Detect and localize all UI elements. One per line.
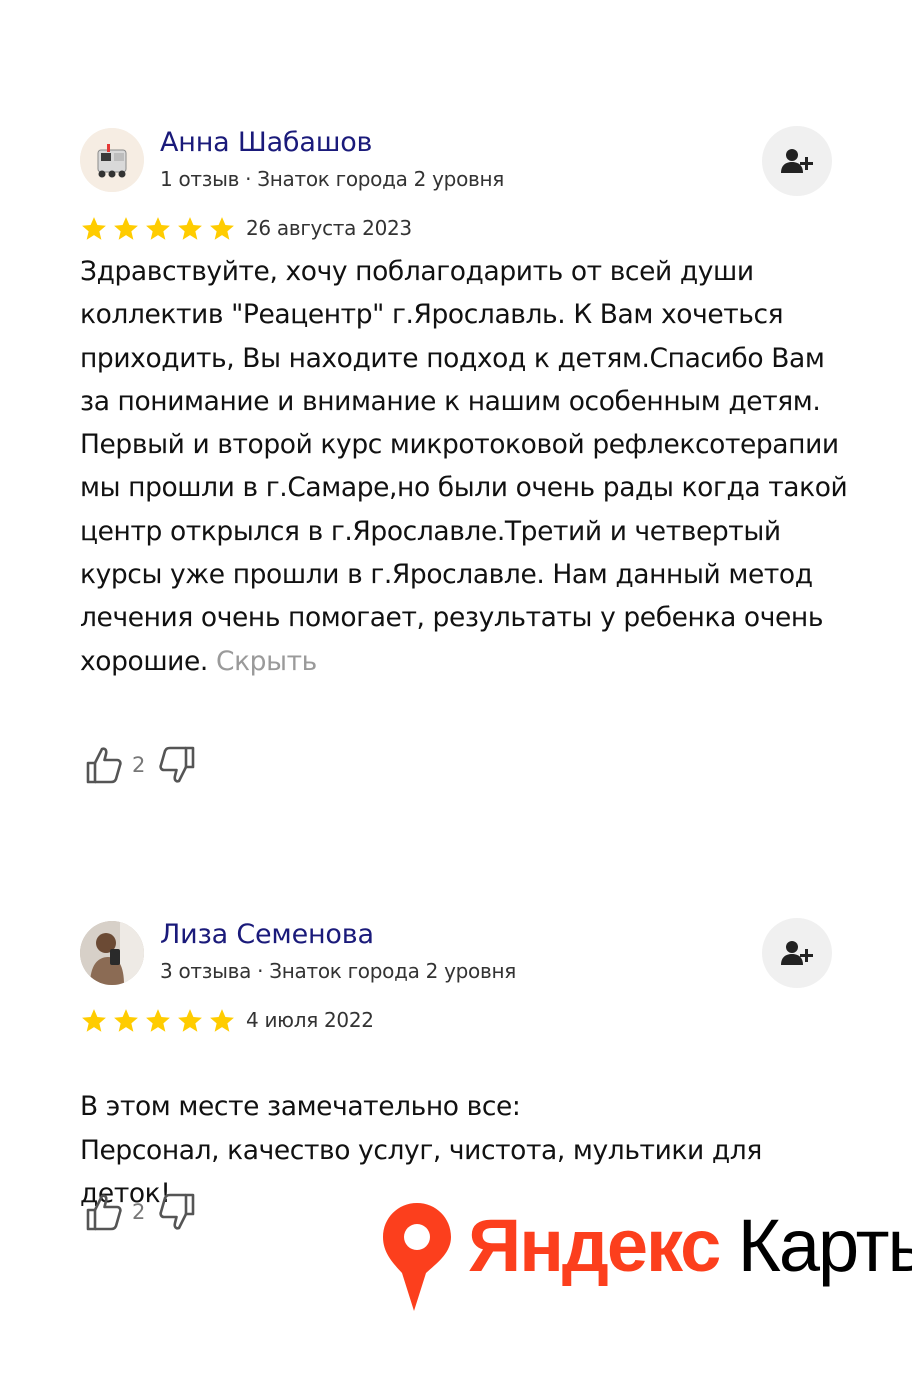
star-icon xyxy=(144,215,172,243)
star-icon xyxy=(176,1007,204,1035)
author-avatar[interactable] xyxy=(80,921,144,985)
subscribe-button[interactable] xyxy=(762,918,832,988)
yandex-maps-logo: Яндекс Карты xyxy=(380,1195,912,1315)
review-text: Здравствуйте, хочу поблагодарить от всей… xyxy=(80,250,850,683)
author-meta: 1 отзыв · Знаток города 2 уровня xyxy=(160,167,504,191)
thumb-up-icon xyxy=(86,747,122,784)
subscribe-button[interactable] xyxy=(762,126,832,196)
thumb-down-icon xyxy=(159,746,195,783)
add-user-icon xyxy=(781,149,813,173)
thumb-down-icon xyxy=(159,1193,195,1230)
review-card: Анна Шабашов 1 отзыв · Знаток города 2 у… xyxy=(80,126,848,806)
rating-stars xyxy=(80,215,236,243)
logo-text: Яндекс Карты xyxy=(468,1201,912,1291)
like-button[interactable] xyxy=(84,743,124,787)
star-icon xyxy=(112,1007,140,1035)
author-name[interactable]: Анна Шабашов xyxy=(160,127,372,158)
delivery-robot-avatar-icon xyxy=(80,128,144,192)
star-icon xyxy=(176,215,204,243)
author-meta: 3 отзыва · Знаток города 2 уровня xyxy=(160,959,516,983)
star-icon xyxy=(80,1007,108,1035)
like-count: 2 xyxy=(132,753,146,777)
add-user-icon xyxy=(781,941,813,965)
star-icon xyxy=(144,1007,172,1035)
star-icon xyxy=(208,1007,236,1035)
author-name[interactable]: Лиза Семенова xyxy=(160,919,374,950)
rating-stars xyxy=(80,1007,236,1035)
review-date: 4 июля 2022 xyxy=(246,1008,374,1032)
logo-karty: Карты xyxy=(737,1204,912,1287)
thumb-up-icon xyxy=(86,1194,122,1231)
logo-yandex: Яндекс xyxy=(468,1204,721,1287)
dislike-button[interactable] xyxy=(157,1190,197,1234)
like-count: 2 xyxy=(132,1200,146,1224)
review-reactions: 2 xyxy=(84,743,197,787)
dislike-button[interactable] xyxy=(157,743,197,787)
author-avatar[interactable] xyxy=(80,128,144,192)
star-icon xyxy=(80,215,108,243)
review-reactions: 2 xyxy=(84,1190,197,1234)
like-button[interactable] xyxy=(84,1190,124,1234)
map-pin-icon xyxy=(383,1203,451,1311)
hide-link[interactable]: Скрыть xyxy=(216,646,317,677)
review-text-body: Здравствуйте, хочу поблагодарить от всей… xyxy=(80,256,848,677)
star-icon xyxy=(208,215,236,243)
star-icon xyxy=(112,215,140,243)
review-date: 26 августа 2023 xyxy=(246,216,412,240)
user-photo-avatar-icon xyxy=(80,921,144,985)
